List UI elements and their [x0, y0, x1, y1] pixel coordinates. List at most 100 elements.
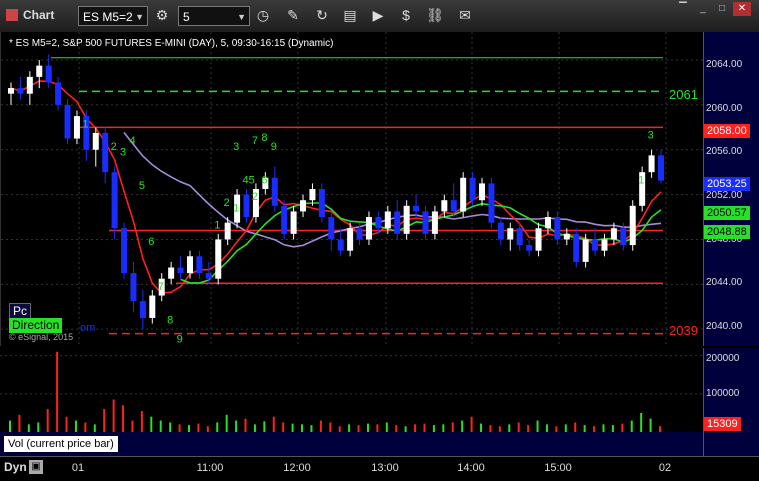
refresh-icon[interactable]: ↻: [312, 5, 332, 25]
volume-bar: [37, 422, 40, 432]
chevron-down-icon[interactable]: ▼: [237, 7, 246, 27]
volume-bar: [112, 399, 115, 432]
time-tick: 12:00: [283, 462, 311, 474]
candle-body: [526, 245, 533, 251]
candle-body: [196, 256, 203, 274]
candle-body: [488, 183, 495, 223]
candle-body: [121, 228, 128, 274]
candle-body: [17, 88, 24, 94]
volume-bar: [122, 405, 125, 432]
time-tick: 14:00: [457, 462, 485, 474]
price-tag-red: 2058.00: [704, 124, 750, 138]
volume-label[interactable]: Vol (current price bar): [4, 436, 118, 452]
level-upper-label: 2061: [669, 87, 698, 102]
volume-bar: [301, 424, 304, 432]
candle-body: [582, 239, 589, 262]
candle-body: [224, 222, 231, 240]
link-icon[interactable]: ⛓: [425, 5, 445, 25]
price-tag-green-1: 2050.57: [704, 206, 750, 220]
play-icon[interactable]: ▶: [368, 5, 388, 25]
volume-bar: [461, 420, 464, 432]
settings-icon[interactable]: ⚙: [152, 5, 172, 25]
count-label: 1: [233, 202, 239, 214]
volume-bar: [432, 425, 435, 432]
moving-average-red: [10, 80, 662, 295]
copyright: © eSignal, 2015: [9, 332, 74, 342]
volume-chart[interactable]: [0, 348, 703, 432]
volume-bar: [9, 420, 11, 432]
candle-body: [658, 155, 664, 181]
count-label: 9: [177, 334, 183, 346]
app-title: Chart: [6, 8, 54, 22]
count-label: 45: [243, 174, 255, 186]
volume-bar: [131, 420, 134, 432]
candle-body: [620, 228, 627, 246]
volume-axis[interactable]: 200000 100000 15309: [703, 348, 759, 456]
chevron-down-icon[interactable]: ▼: [135, 7, 144, 27]
candle-body: [243, 194, 250, 218]
dyn-label[interactable]: Dyn: [4, 460, 27, 474]
price-chart[interactable]: 1 2 3 4 5 6 7 8 9 3 7 8 9 45 6 2 1 1 2 3 1 * ES M5=2, S&P 50…: [0, 32, 704, 346]
time-tick: 01: [71, 462, 85, 474]
lock-icon[interactable]: ▣: [29, 460, 43, 474]
candle-body: [102, 132, 109, 173]
price-axis[interactable]: 2064.00 2060.00 2056.00 2052.00 2048.00 …: [703, 32, 759, 346]
count-label: 2: [224, 197, 230, 209]
comment-icon[interactable]: ✉: [455, 5, 475, 25]
candle-body: [73, 116, 80, 139]
candle-body: [460, 177, 467, 212]
close-button[interactable]: ✕: [733, 2, 751, 16]
candle-body: [8, 88, 14, 94]
candle-body: [375, 217, 382, 229]
clock-icon[interactable]: ◷: [253, 5, 273, 25]
candle-body: [413, 205, 420, 212]
price-tick: 2052.00: [706, 190, 743, 201]
candle-body: [215, 239, 222, 279]
interval-select[interactable]: 5 ▼: [178, 6, 250, 26]
candle-body: [139, 301, 146, 318]
time-tick: 11:00: [196, 462, 224, 474]
candle-body: [168, 267, 175, 279]
candle-body: [111, 172, 118, 229]
candle-body: [337, 239, 344, 251]
candle-body: [365, 217, 372, 240]
count-label: 2: [111, 141, 117, 153]
om-label: om: [80, 322, 96, 334]
candle-body: [507, 228, 514, 240]
price-tag-green-2: 2048.88: [704, 225, 750, 239]
candle-body: [554, 217, 561, 240]
volume-bar: [84, 422, 87, 432]
count-label: 8: [261, 132, 267, 144]
price-tick: 2040.00: [706, 321, 743, 332]
volume-bar: [366, 423, 369, 432]
volume-bar: [423, 423, 426, 432]
volume-bar: [517, 422, 520, 432]
dollar-icon[interactable]: $: [396, 5, 416, 25]
pin-button[interactable]: ▔: [674, 2, 692, 16]
count-label: 3: [648, 130, 654, 142]
count-label: 3: [233, 141, 239, 153]
volume-bar: [451, 422, 454, 432]
volume-bar: [93, 424, 96, 432]
news-icon[interactable]: ▤: [340, 5, 360, 25]
volume-bar: [310, 425, 313, 432]
symbol-select[interactable]: ES M5=2 ▼: [78, 6, 148, 26]
volume-label-bar: Vol (current price bar): [0, 432, 703, 456]
time-tick: 13:00: [371, 462, 399, 474]
count-label: 8: [167, 315, 173, 327]
pencil-icon[interactable]: ✎: [283, 5, 303, 25]
time-axis[interactable]: Dyn ▣ 01 11:00 12:00 13:00 14:00 15:00 0…: [0, 456, 759, 481]
chart-logo-icon: [6, 9, 18, 21]
candle-body: [205, 273, 212, 279]
volume-bar: [470, 416, 473, 432]
maximize-button[interactable]: □: [713, 2, 731, 16]
count-label: 7: [252, 135, 258, 147]
volume-bar: [649, 418, 652, 432]
volume-bar: [536, 420, 539, 432]
candle-body: [394, 211, 401, 234]
volume-bar: [159, 420, 162, 432]
volume-bar: [385, 422, 388, 432]
moving-average-green: [180, 202, 662, 284]
volume-bar: [630, 420, 633, 432]
minimize-button[interactable]: _: [694, 2, 712, 16]
